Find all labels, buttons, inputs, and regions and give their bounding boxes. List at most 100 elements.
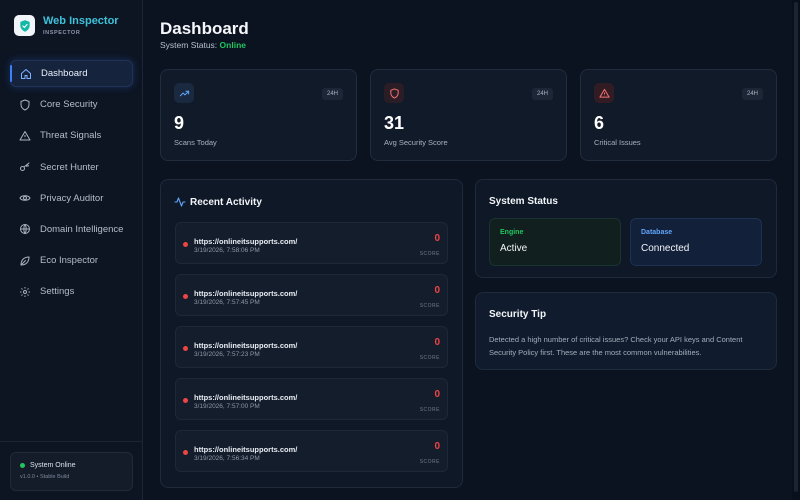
system-status-title: System Status: [489, 196, 558, 207]
sidebar-footer: System Online v1.0.0 • Stable Build: [0, 441, 142, 491]
score-label: SCORE: [419, 251, 440, 257]
home-icon: [20, 68, 32, 80]
stat-card-scans: 24H 9 Scans Today: [160, 69, 357, 161]
status-dot-icon: [183, 450, 188, 455]
online-dot-icon: [20, 463, 25, 468]
gear-icon: [19, 286, 31, 298]
score-label: SCORE: [419, 407, 440, 413]
sidebar-item-label: Core Security: [40, 99, 98, 111]
score-label: SCORE: [419, 355, 440, 361]
security-tip-text: Detected a high number of critical issue…: [489, 335, 743, 357]
activity-url: https://onlineitsupports.com/: [194, 445, 298, 454]
app-title: Web Inspector: [43, 15, 119, 27]
system-status-panel: System Status Engine Active Database Con…: [475, 179, 777, 278]
brand[interactable]: Web Inspector INSPECTOR: [14, 15, 119, 36]
stat-label: Critical Issues: [594, 138, 641, 147]
trend-up-icon: [174, 83, 194, 103]
globe-icon: [19, 223, 31, 235]
system-status-line: System Status: Online: [160, 40, 246, 50]
activity-row[interactable]: https://onlineitsupports.com/ 3/19/2026,…: [175, 430, 448, 472]
engine-status-card: Engine Active: [489, 218, 621, 266]
app-subtitle: INSPECTOR: [43, 30, 81, 36]
system-status-value: Online: [219, 40, 246, 50]
activity-time: 3/19/2026, 7:56:34 PM: [194, 455, 260, 462]
version-label: v1.0.0 • Stable Build: [20, 474, 70, 480]
stat-card-critical-issues: 24H 6 Critical Issues: [580, 69, 777, 161]
activity-url: https://onlineitsupports.com/: [194, 289, 298, 298]
sidebar-item-core-security[interactable]: Core Security: [10, 91, 133, 118]
sidebar-item-dashboard[interactable]: Dashboard: [10, 60, 133, 87]
engine-label: Engine: [500, 229, 524, 236]
shield-icon: [384, 83, 404, 103]
activity-score: 0: [434, 441, 440, 452]
sidebar-item-label: Eco Inspector: [40, 255, 99, 267]
status-dot-icon: [183, 346, 188, 351]
sidebar-item-eco-inspector[interactable]: Eco Inspector: [10, 247, 133, 274]
eye-icon: [19, 192, 31, 204]
stat-card-security-score: 24H 31 Avg Security Score: [370, 69, 567, 161]
leaf-icon: [19, 255, 31, 267]
sidebar-item-secret-hunter[interactable]: Secret Hunter: [10, 154, 133, 181]
database-status-card: Database Connected: [630, 218, 762, 266]
activity-time: 3/19/2026, 7:57:45 PM: [194, 299, 260, 306]
stat-value: 9: [174, 113, 185, 133]
main-content: Dashboard System Status: Online 24H 9 Sc…: [143, 0, 800, 500]
sidebar-item-label: Dashboard: [41, 68, 88, 79]
sidebar-item-label: Privacy Auditor: [40, 192, 104, 204]
activity-row[interactable]: https://onlineitsupports.com/ 3/19/2026,…: [175, 222, 448, 264]
app-window: Web Inspector INSPECTOR Dashboard Core S…: [0, 0, 800, 500]
stat-value: 31: [384, 113, 405, 133]
warning-icon: [594, 83, 614, 103]
recent-activity-panel: Recent Activity https://onlineitsupports…: [160, 179, 463, 488]
activity-time: 3/19/2026, 7:58:06 PM: [194, 247, 260, 254]
activity-score: 0: [434, 337, 440, 348]
activity-score: 0: [434, 233, 440, 244]
activity-row[interactable]: https://onlineitsupports.com/ 3/19/2026,…: [175, 274, 448, 316]
activity-url: https://onlineitsupports.com/: [194, 237, 298, 246]
time-range-badge: 24H: [741, 88, 763, 100]
vertical-scrollbar[interactable]: [792, 0, 800, 500]
sidebar-item-privacy-auditor[interactable]: Privacy Auditor: [10, 185, 133, 212]
stat-label: Scans Today: [174, 138, 217, 147]
security-tip-panel: Security Tip Detected a high number of c…: [475, 292, 777, 370]
shield-logo-icon: [14, 15, 35, 36]
sidebar: Web Inspector INSPECTOR Dashboard Core S…: [0, 0, 143, 500]
system-online-card: System Online v1.0.0 • Stable Build: [10, 452, 133, 491]
activity-url: https://onlineitsupports.com/: [194, 341, 298, 350]
activity-row[interactable]: https://onlineitsupports.com/ 3/19/2026,…: [175, 326, 448, 368]
scrollbar-thumb[interactable]: [794, 2, 798, 492]
sidebar-nav: Dashboard Core Security Threat Signals S…: [10, 60, 133, 310]
activity-time: 3/19/2026, 7:57:23 PM: [194, 351, 260, 358]
stat-value: 6: [594, 113, 605, 133]
activity-time: 3/19/2026, 7:57:00 PM: [194, 403, 260, 410]
activity-row[interactable]: https://onlineitsupports.com/ 3/19/2026,…: [175, 378, 448, 420]
sidebar-item-threat-signals[interactable]: Threat Signals: [10, 122, 133, 149]
activity-score: 0: [434, 389, 440, 400]
warning-icon: [19, 130, 31, 142]
activity-url: https://onlineitsupports.com/: [194, 393, 298, 402]
score-label: SCORE: [419, 303, 440, 309]
sidebar-item-domain-intelligence[interactable]: Domain Intelligence: [10, 216, 133, 243]
security-tip-title: Security Tip: [489, 309, 547, 320]
engine-value: Active: [500, 243, 528, 254]
system-status-label: System Status:: [160, 40, 218, 50]
status-dot-icon: [183, 398, 188, 403]
stat-label: Avg Security Score: [384, 138, 448, 147]
activity-score: 0: [434, 285, 440, 296]
sidebar-item-label: Secret Hunter: [40, 161, 99, 173]
status-dot-icon: [183, 242, 188, 247]
shield-icon: [19, 99, 31, 111]
time-range-badge: 24H: [321, 88, 343, 100]
system-online-label: System Online: [30, 462, 76, 469]
sidebar-item-label: Settings: [40, 286, 75, 298]
database-label: Database: [641, 229, 673, 236]
recent-activity-title: Recent Activity: [174, 196, 262, 208]
time-range-badge: 24H: [531, 88, 553, 100]
database-value: Connected: [641, 243, 690, 254]
key-icon: [19, 161, 31, 173]
sidebar-item-label: Domain Intelligence: [40, 223, 124, 235]
sidebar-item-settings[interactable]: Settings: [10, 278, 133, 305]
score-label: SCORE: [419, 459, 440, 465]
status-dot-icon: [183, 294, 188, 299]
page-title: Dashboard: [160, 19, 249, 38]
